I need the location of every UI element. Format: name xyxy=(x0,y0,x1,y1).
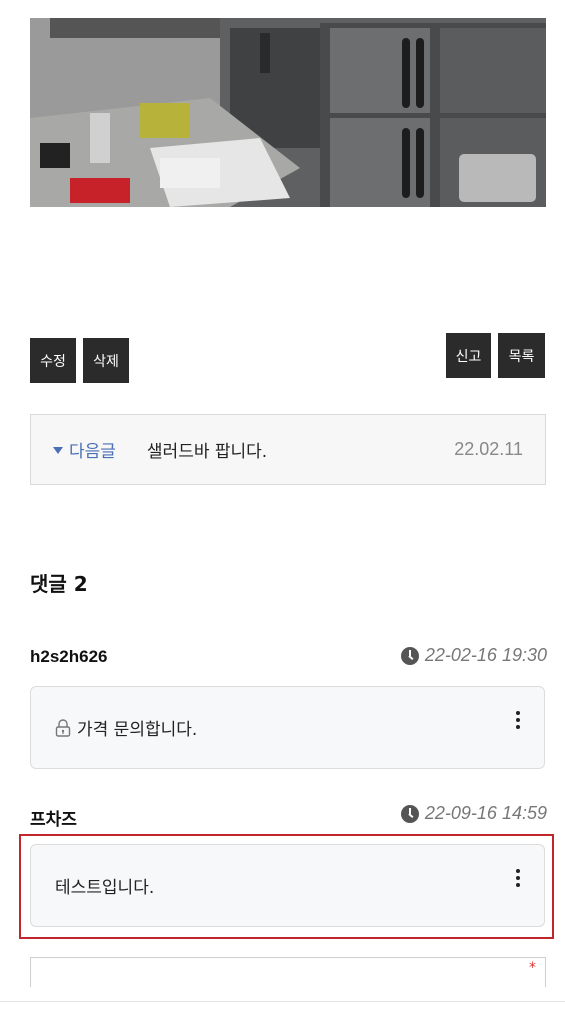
comment-time: 22-09-16 14:59 xyxy=(400,803,547,824)
delete-button[interactable]: 삭제 xyxy=(83,338,129,383)
post-photo xyxy=(30,18,546,207)
comment-body: 가격 문의합니다. xyxy=(30,686,545,769)
next-post-label-text: 다음글 xyxy=(69,442,116,462)
clock-icon xyxy=(400,646,419,665)
next-post-title[interactable]: 샐러드바 팝니다. xyxy=(147,437,267,462)
edit-button[interactable]: 수정 xyxy=(30,338,76,383)
comment-author: h2s2h626 xyxy=(30,647,108,666)
comment-text: 가격 문의합니다. xyxy=(77,720,198,740)
divider xyxy=(0,1001,565,1002)
next-post-link[interactable]: 다음글 샐러드바 팝니다. 22.02.11 xyxy=(30,414,546,485)
comment-time-text: 22-09-16 14:59 xyxy=(424,803,547,823)
photo-overlay-badge xyxy=(459,154,536,202)
comments-heading: 댓글 2 xyxy=(30,572,88,596)
caret-down-icon xyxy=(53,447,63,454)
highlight-frame xyxy=(19,834,554,939)
more-vertical-icon[interactable] xyxy=(516,711,522,729)
comment-author: 프차즈 xyxy=(30,810,77,829)
lock-icon xyxy=(55,718,71,737)
report-button[interactable]: 신고 xyxy=(446,333,491,378)
list-button[interactable]: 목록 xyxy=(498,333,545,378)
next-post-date: 22.02.11 xyxy=(454,439,523,459)
next-post-label: 다음글 xyxy=(53,437,116,462)
comment-time-text: 22-02-16 19:30 xyxy=(424,645,547,665)
comment-time: 22-02-16 19:30 xyxy=(400,645,547,666)
required-mark: * xyxy=(529,960,536,976)
comment-input[interactable]: * xyxy=(30,957,546,987)
clock-icon xyxy=(400,804,419,823)
